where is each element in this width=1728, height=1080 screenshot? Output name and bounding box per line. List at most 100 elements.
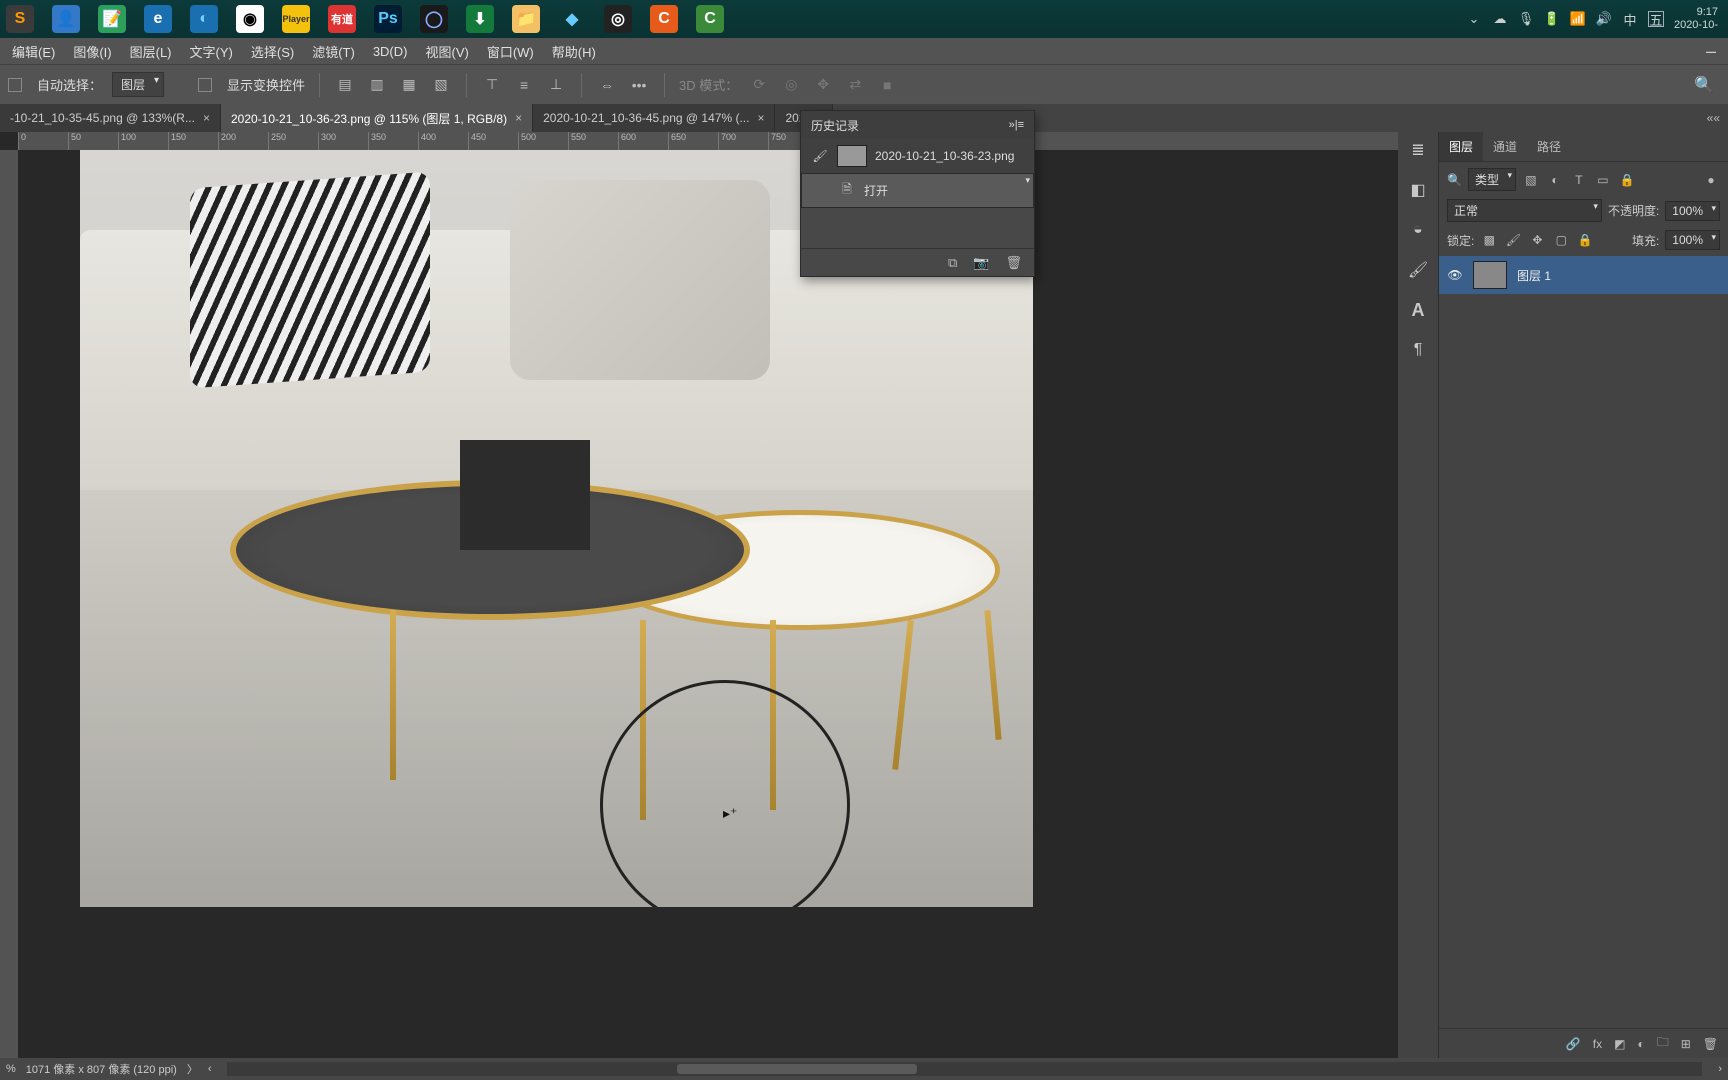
tray-cloud-icon[interactable]: ☁	[1492, 11, 1508, 27]
search-icon[interactable]: 🔍	[1694, 75, 1714, 95]
doc-tab-1[interactable]: -10-21_10-35-45.png @ 133%(R...×	[0, 104, 221, 132]
tray-chevron-icon[interactable]: ⌄	[1466, 11, 1482, 27]
history-step[interactable]: 🗎 打开	[801, 173, 1034, 208]
taskbar-app-browser[interactable]: ◐	[190, 5, 218, 33]
new-fill-adjust-icon[interactable]: ◐	[1637, 1037, 1644, 1051]
menu-view[interactable]: 视图(V)	[417, 39, 476, 64]
layer-mask-icon[interactable]: ◩	[1614, 1037, 1625, 1051]
history-panel-title[interactable]: 历史记录 »|≡	[801, 111, 1034, 139]
doc-info-chevron-icon[interactable]: 〉	[187, 1061, 198, 1077]
tray-mic-icon[interactable]: 🎙	[1518, 11, 1534, 27]
distribute-vcenter-icon[interactable]: ≡	[513, 74, 535, 96]
strip-styles-icon[interactable]: ◒	[1406, 218, 1430, 242]
layer-filter-type[interactable]: 类型	[1468, 168, 1516, 191]
doc-tab-3[interactable]: 2020-10-21_10-36-45.png @ 147% (...×	[533, 104, 775, 132]
close-icon[interactable]: ×	[203, 111, 210, 125]
menu-filter[interactable]: 滤镜(T)	[304, 39, 363, 64]
link-layers-icon[interactable]: 🔗	[1566, 1037, 1581, 1051]
strip-adjustments-icon[interactable]: ◧	[1406, 178, 1430, 202]
fill-value[interactable]: 100%	[1665, 230, 1720, 250]
distribute-bottom-icon[interactable]: ⊥	[545, 74, 567, 96]
new-snapshot-icon[interactable]: 📷	[973, 255, 989, 271]
menu-edit[interactable]: 编辑(E)	[4, 39, 63, 64]
menu-type[interactable]: 文字(Y)	[182, 39, 241, 64]
align-top-icon[interactable]: ▧	[430, 74, 452, 96]
panel-menu-icon[interactable]: »|≡	[1009, 119, 1024, 131]
filter-smart-icon[interactable]: 🔒	[1618, 171, 1636, 189]
menu-select[interactable]: 选择(S)	[243, 39, 302, 64]
menu-image[interactable]: 图像(I)	[65, 39, 119, 64]
menu-3d[interactable]: 3D(D)	[365, 41, 416, 62]
strip-brushes-icon[interactable]: 🖌	[1406, 258, 1430, 282]
history-panel[interactable]: 历史记录 »|≡ 🖌 2020-10-21_10-36-23.png 🗎 打开 …	[800, 110, 1035, 277]
taskbar-app-explorer[interactable]: 📁	[512, 5, 540, 33]
menu-help[interactable]: 帮助(H)	[544, 39, 604, 64]
filter-adjust-icon[interactable]: ◐	[1546, 171, 1564, 189]
taskbar-app-edge[interactable]: e	[144, 5, 172, 33]
tab-layers[interactable]: 图层	[1439, 132, 1483, 161]
distribute-top-icon[interactable]: ⊤	[481, 74, 503, 96]
tray-ime1[interactable]: 中	[1622, 11, 1638, 27]
horizontal-scrollbar[interactable]	[227, 1062, 1702, 1076]
taskbar-app-user[interactable]: 👤	[52, 5, 80, 33]
close-icon[interactable]: ×	[515, 111, 522, 125]
taskbar-app-notepad[interactable]: 📝	[98, 5, 126, 33]
doc-info[interactable]: 1071 像素 x 807 像素 (120 ppi)	[26, 1061, 177, 1077]
filter-toggle-icon[interactable]: ●	[1702, 171, 1720, 189]
blend-mode-select[interactable]: 正常	[1447, 199, 1602, 222]
strip-paragraph-icon[interactable]: ¶	[1406, 338, 1430, 362]
filter-type-icon[interactable]: T	[1570, 171, 1588, 189]
opacity-value[interactable]: 100%	[1665, 201, 1720, 221]
taskbar-app-camtasia2[interactable]: C	[696, 5, 724, 33]
strip-properties-icon[interactable]: ≣	[1406, 138, 1430, 162]
lock-pixels-icon[interactable]: 🖌	[1504, 231, 1522, 249]
auto-select-target[interactable]: 图层	[112, 72, 164, 97]
tray-battery-icon[interactable]: 🔋	[1544, 11, 1560, 27]
window-minimize-icon[interactable]: –	[1698, 41, 1724, 62]
history-brush-icon[interactable]: 🖌	[811, 149, 829, 163]
strip-character-icon[interactable]: A	[1406, 298, 1430, 322]
taskbar-app-chrome[interactable]: ◉	[236, 5, 264, 33]
tray-ime2[interactable]: 五	[1648, 11, 1664, 27]
close-icon[interactable]: ×	[757, 111, 764, 125]
taskbar-app-diamond[interactable]: ◆	[558, 5, 586, 33]
scroll-right-icon[interactable]: ›	[1718, 1063, 1722, 1075]
zoom-percent[interactable]: %	[6, 1063, 16, 1075]
align-left-icon[interactable]: ▤	[334, 74, 356, 96]
layer-fx-icon[interactable]: fx	[1593, 1037, 1602, 1051]
ruler-horizontal[interactable]: 0 50 100 150 200 250 300 350 400 450 500…	[18, 132, 1398, 150]
tray-sound-icon[interactable]: 🔊	[1596, 11, 1612, 27]
align-center-h-icon[interactable]: ▥	[366, 74, 388, 96]
filter-search-icon[interactable]: 🔍	[1447, 173, 1462, 187]
menu-window[interactable]: 窗口(W)	[479, 39, 542, 64]
taskbar-app-c4d[interactable]: ◯	[420, 5, 448, 33]
tray-clock[interactable]: 9:17 2020-10-	[1674, 6, 1722, 31]
lock-transparency-icon[interactable]: ▩	[1480, 231, 1498, 249]
delete-layer-icon[interactable]: 🗑	[1703, 1037, 1718, 1051]
new-doc-from-state-icon[interactable]: ⧉	[948, 255, 957, 271]
show-transform-checkbox[interactable]	[198, 78, 212, 92]
panel-collapse-icon[interactable]: ««	[1699, 111, 1728, 125]
doc-tab-2[interactable]: 2020-10-21_10-36-23.png @ 115% (图层 1, RG…	[221, 104, 533, 132]
layer-item[interactable]: 👁 图层 1	[1439, 256, 1728, 294]
filter-pixel-icon[interactable]: ▧	[1522, 171, 1540, 189]
scroll-left-icon[interactable]: ‹	[208, 1063, 212, 1075]
new-layer-icon[interactable]: ⊞	[1681, 1037, 1691, 1051]
taskbar-app-photoshop[interactable]: Ps	[374, 5, 402, 33]
layer-name[interactable]: 图层 1	[1517, 267, 1551, 284]
history-snapshot[interactable]: 🖌 2020-10-21_10-36-23.png	[801, 139, 1034, 173]
tray-wifi-icon[interactable]: 📶	[1570, 11, 1586, 27]
taskbar-app-camtasia1[interactable]: C	[650, 5, 678, 33]
taskbar-app-youdao[interactable]: 有道	[328, 5, 356, 33]
layer-thumbnail[interactable]	[1473, 261, 1507, 289]
more-align-icon[interactable]: •••	[628, 74, 650, 96]
distribute-spacing-icon[interactable]: ⇔	[596, 74, 618, 96]
lock-artboard-icon[interactable]: ▢	[1552, 231, 1570, 249]
taskbar-app-obs[interactable]: ◎	[604, 5, 632, 33]
taskbar-app-player[interactable]: Player	[282, 5, 310, 33]
delete-state-icon[interactable]: 🗑	[1005, 255, 1022, 271]
menu-layer[interactable]: 图层(L)	[122, 39, 180, 64]
tab-paths[interactable]: 路径	[1527, 132, 1571, 161]
lock-position-icon[interactable]: ✥	[1528, 231, 1546, 249]
auto-select-checkbox[interactable]	[8, 78, 22, 92]
